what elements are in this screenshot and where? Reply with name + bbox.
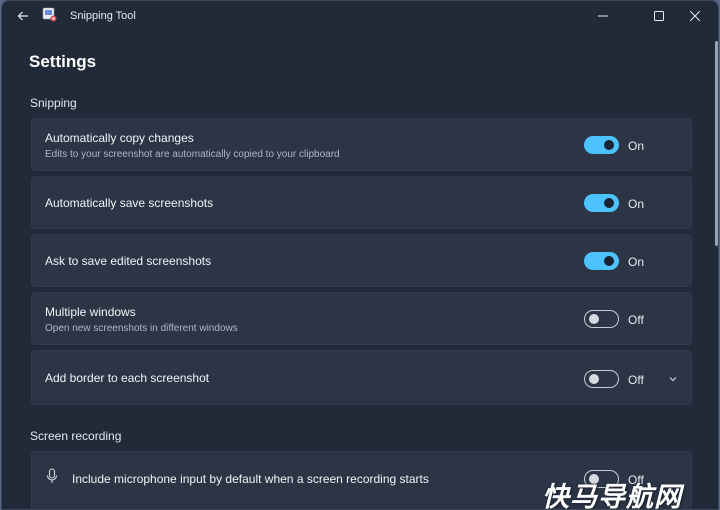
window-title: Snipping Tool [70, 10, 136, 22]
close-icon [690, 11, 700, 21]
back-button[interactable] [13, 7, 33, 25]
toggle-state-label: On [628, 197, 645, 211]
setting-title: Ask to save edited screenshots [45, 254, 212, 268]
auto-copy-toggle[interactable] [584, 136, 619, 154]
close-button[interactable] [670, 1, 718, 31]
setting-auto-copy: Automatically copy changes Edits to your… [31, 118, 692, 171]
setting-multiple-windows: Multiple windows Open new screenshots in… [31, 292, 692, 345]
setting-title: Automatically save screenshots [45, 196, 214, 210]
maximize-icon [654, 11, 664, 21]
toggle-state-label: Off [628, 373, 644, 387]
title-bar[interactable]: Snipping Tool [2, 1, 718, 31]
toggle-state-label: On [628, 255, 645, 269]
chevron-down-icon[interactable] [667, 373, 679, 385]
multiple-windows-toggle[interactable] [584, 310, 619, 328]
setting-add-border[interactable]: Add border to each screenshot Off [31, 350, 692, 405]
setting-auto-save: Automatically save screenshots On [31, 176, 692, 229]
toggle-knob [604, 140, 614, 150]
ask-to-save-toggle[interactable] [584, 252, 619, 270]
setting-ask-to-save: Ask to save edited screenshots On [31, 234, 692, 287]
back-arrow-icon [17, 11, 28, 21]
setting-title: Include microphone input by default when… [72, 472, 429, 486]
minimize-button[interactable] [580, 1, 626, 31]
toggle-knob [604, 198, 614, 208]
vertical-scrollbar[interactable] [715, 41, 718, 246]
toggle-state-label: Off [628, 313, 644, 327]
setting-subtitle: Open new screenshots in different window… [45, 323, 238, 334]
toggle-state-label: On [628, 139, 645, 153]
app-window: Snipping Tool Settings Snipping Automati… [1, 0, 719, 510]
add-border-toggle[interactable] [584, 370, 619, 388]
page-title: Settings [29, 52, 97, 71]
snipping-tool-icon [42, 7, 57, 22]
section-title-screen-recording: Screen recording [30, 429, 122, 443]
setting-subtitle: Edits to your screenshot are automatical… [45, 149, 340, 160]
auto-save-toggle[interactable] [584, 194, 619, 212]
setting-title: Automatically copy changes [45, 131, 194, 145]
setting-title: Multiple windows [45, 305, 136, 319]
watermark-text: 快马导航网 [542, 482, 682, 510]
toggle-knob [589, 314, 599, 324]
section-title-snipping: Snipping [30, 96, 77, 110]
toggle-knob [589, 374, 599, 384]
microphone-icon [46, 468, 58, 483]
toggle-knob [604, 256, 614, 266]
setting-title: Add border to each screenshot [45, 371, 210, 385]
minimize-icon [598, 15, 608, 17]
